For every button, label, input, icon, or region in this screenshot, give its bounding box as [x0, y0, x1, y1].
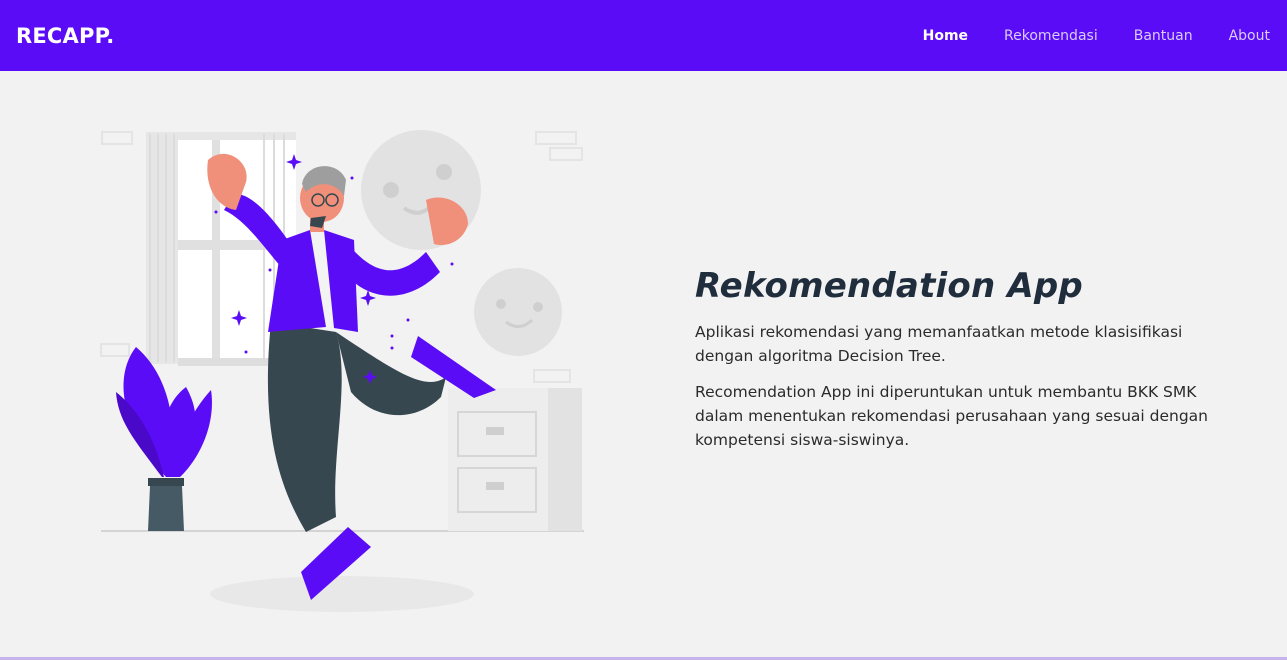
navbar: RECAPP. Home Rekomendasi Bantuan About	[0, 0, 1287, 71]
cabinet	[448, 388, 582, 531]
dancing-person	[207, 153, 496, 600]
hero-description-1: Aplikasi rekomendasi yang memanfaatkan m…	[695, 323, 1183, 365]
nav-link-bantuan[interactable]: Bantuan	[1134, 28, 1193, 44]
floor-shadow	[210, 576, 474, 612]
nav-link-home[interactable]: Home	[923, 28, 968, 44]
smiley-wall-decor-small	[474, 268, 562, 356]
nav-link-about[interactable]: About	[1229, 28, 1270, 44]
hero-illustration	[100, 130, 584, 612]
brand-logo[interactable]: RECAPP.	[16, 24, 114, 48]
nav-link-rekomendasi[interactable]: Rekomendasi	[1004, 28, 1098, 44]
hero-description-2: Recomendation App ini diperuntukan untuk…	[695, 383, 1208, 449]
plant	[116, 347, 212, 531]
hero-text: Rekomendation App Aplikasi rekomendasi y…	[695, 266, 1235, 464]
nav-links: Home Rekomendasi Bantuan About	[887, 28, 1270, 44]
hero-title: Rekomendation App	[695, 266, 1083, 306]
